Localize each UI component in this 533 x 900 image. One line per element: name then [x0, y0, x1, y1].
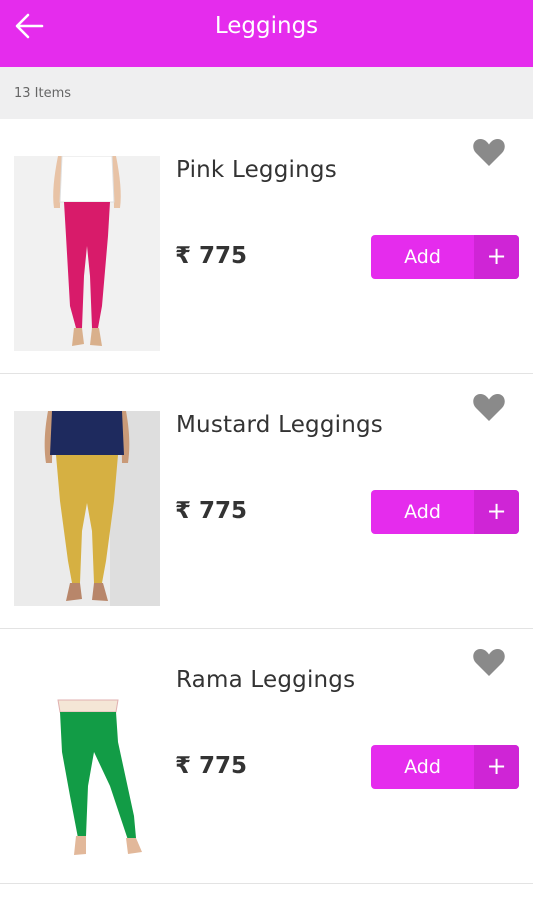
heart-icon [473, 649, 505, 676]
product-name[interactable]: Pink Leggings [176, 157, 337, 183]
wishlist-button[interactable] [472, 392, 506, 422]
product-image-graphic [14, 411, 160, 606]
wishlist-button[interactable] [472, 137, 506, 167]
product-card: Pink Leggings ₹ 775 Add + [0, 119, 533, 374]
add-to-cart-button[interactable]: Add + [371, 235, 519, 279]
add-to-cart-button[interactable]: Add + [371, 745, 519, 789]
product-image-graphic [14, 156, 160, 351]
product-name[interactable]: Rama Leggings [176, 667, 355, 693]
product-price: ₹ 775 [175, 243, 248, 269]
product-image[interactable] [14, 411, 160, 606]
page-title: Leggings [214, 13, 319, 39]
product-image[interactable] [14, 156, 160, 351]
product-price: ₹ 775 [175, 498, 248, 524]
heart-icon [473, 394, 505, 421]
product-image[interactable] [14, 666, 160, 861]
add-button-label: Add [404, 756, 441, 778]
item-count-bar: 13 Items [0, 67, 533, 119]
heart-icon [473, 139, 505, 166]
product-card: Mustard Leggings ₹ 775 Add + [0, 374, 533, 629]
plus-icon: + [474, 745, 519, 789]
product-price: ₹ 775 [175, 753, 248, 779]
product-list: Pink Leggings ₹ 775 Add + Mustard Leggin… [0, 119, 533, 884]
product-image-graphic [14, 666, 160, 861]
item-count: 13 Items [14, 86, 72, 101]
add-button-label: Add [404, 501, 441, 523]
app-bar: Leggings [0, 0, 533, 67]
plus-icon: + [474, 235, 519, 279]
add-button-label: Add [404, 246, 441, 268]
product-card: Rama Leggings ₹ 775 Add + [0, 629, 533, 884]
wishlist-button[interactable] [472, 647, 506, 677]
plus-icon: + [474, 490, 519, 534]
product-name[interactable]: Mustard Leggings [176, 412, 383, 438]
add-to-cart-button[interactable]: Add + [371, 490, 519, 534]
